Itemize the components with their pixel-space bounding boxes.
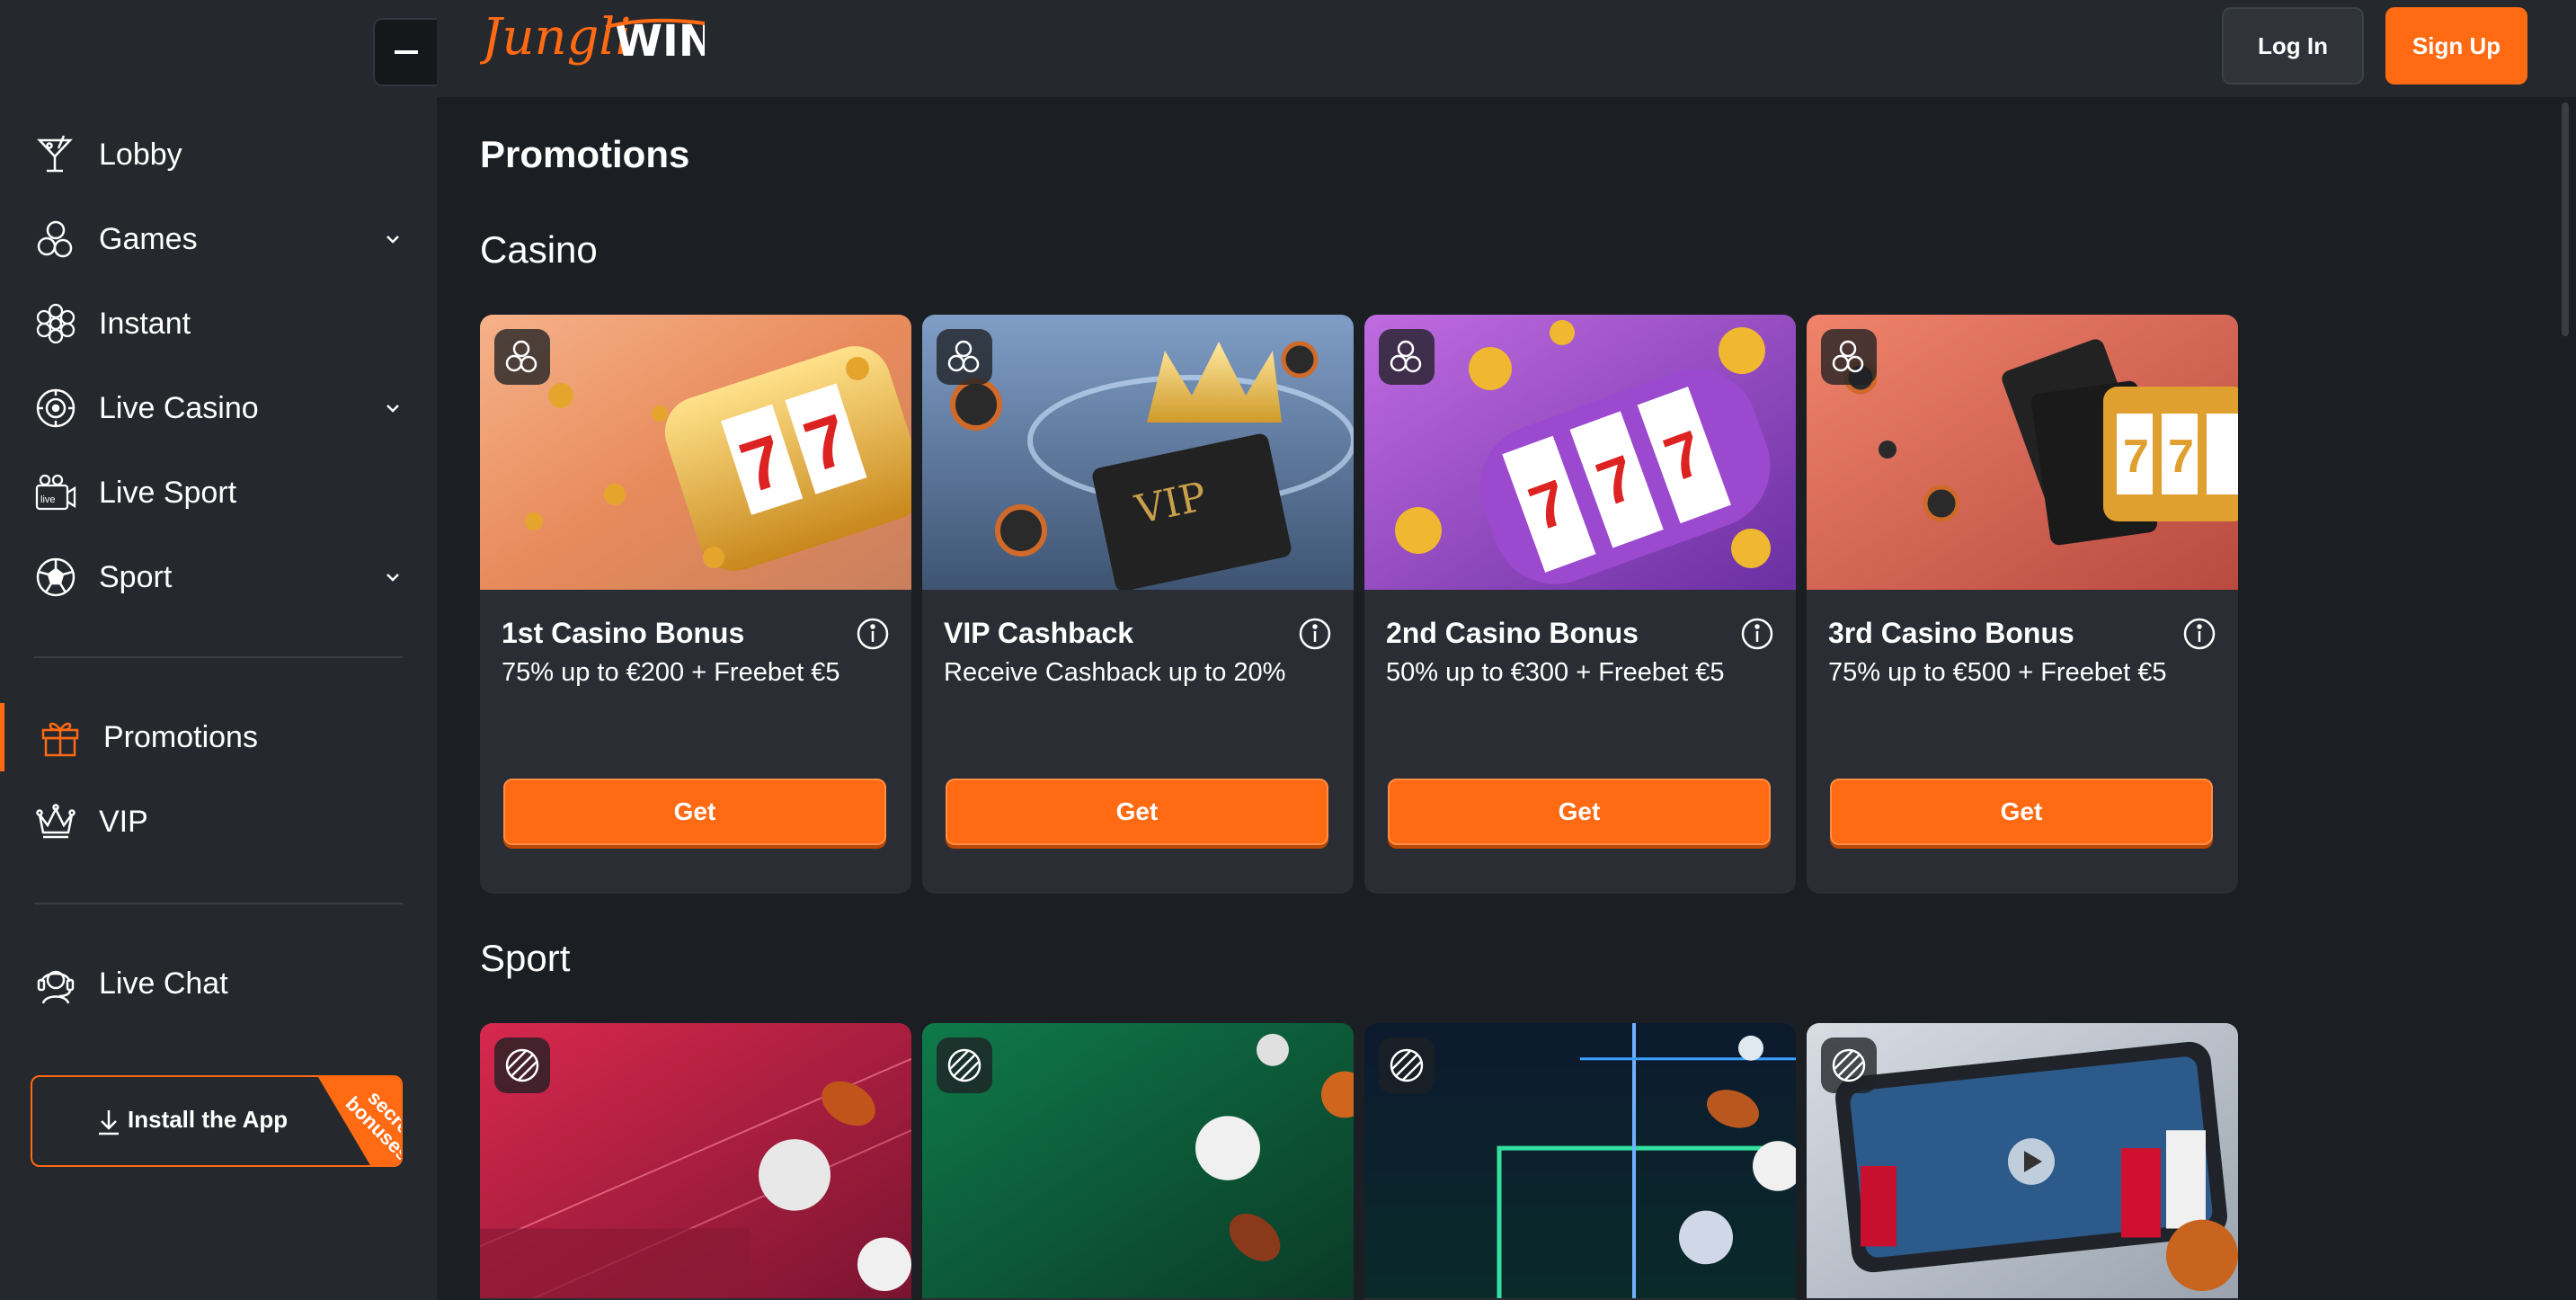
sport-badge [937, 1037, 992, 1093]
sidebar-item-live-casino[interactable]: Live Casino [0, 374, 437, 442]
crown-icon [36, 804, 76, 839]
info-icon[interactable] [856, 617, 890, 651]
minus-icon [395, 50, 418, 54]
sidebar-item-label: Sport [99, 559, 173, 594]
sidebar-item-label: Live Chat [99, 966, 228, 1001]
svg-text:Jungli: Jungli [480, 8, 631, 67]
promo-title: 3rd Casino Bonus [1828, 617, 2074, 649]
get-button[interactable]: Get [1830, 779, 2213, 845]
sidebar-item-vip[interactable]: VIP [0, 788, 437, 856]
headset-icon [37, 970, 75, 1004]
flower-icon [36, 303, 76, 344]
get-button[interactable]: Get [946, 779, 1328, 845]
sidebar-divider [34, 903, 403, 904]
sidebar-item-live-sport[interactable]: live Live Sport [0, 459, 437, 527]
casino-badge [937, 329, 992, 385]
get-button[interactable]: Get [1388, 779, 1771, 845]
install-app-label: Install the App [128, 1106, 289, 1133]
cherries-icon [1390, 340, 1422, 373]
chip-icon [36, 388, 76, 428]
sidebar-item-label: Live Sport [99, 475, 237, 510]
sidebar-item-label: Lobby [99, 137, 182, 172]
page-title: Promotions [480, 133, 690, 175]
promo-card: 7 7 7 2nd Casino Bonus 50% up to €300 + … [1364, 315, 1796, 894]
sport-badge [1379, 1037, 1435, 1093]
sidebar-item-label: Games [99, 221, 198, 256]
cherries-icon [947, 340, 980, 373]
signup-button[interactable]: Sign Up [2385, 7, 2527, 85]
promo-description: Receive Cashback up to 20% [944, 658, 1286, 687]
sport-ball-icon [1832, 1048, 1866, 1082]
sport-section-title: Sport [480, 937, 571, 979]
sport-promo-card[interactable] [922, 1023, 1354, 1300]
sidebar-item-sport[interactable]: Sport [0, 543, 437, 611]
promo-title: 2nd Casino Bonus [1386, 617, 1639, 649]
sport-badge [1821, 1037, 1877, 1093]
sidebar-divider [34, 656, 403, 658]
install-app-button[interactable]: Install the App secret bonuses [31, 1075, 403, 1167]
sidebar-item-label: VIP [99, 804, 148, 839]
cherries-icon [505, 340, 537, 373]
promo-title: VIP Cashback [944, 617, 1134, 649]
casino-badge [494, 329, 550, 385]
top-header: Jungli WIN Log In Sign Up [437, 0, 2576, 97]
casino-badge [1821, 329, 1877, 385]
download-icon [99, 1110, 119, 1135]
sport-ball-icon [947, 1048, 982, 1082]
promo-title: 1st Casino Bonus [502, 617, 745, 649]
jungliwin-logo[interactable]: Jungli WIN [480, 2, 705, 85]
chevron-down-icon [386, 236, 399, 244]
chevron-down-icon [386, 405, 399, 413]
svg-text:7: 7 [2123, 431, 2149, 483]
svg-text:7: 7 [2168, 431, 2194, 483]
promo-description: 50% up to €300 + Freebet €5 [1386, 658, 1725, 687]
info-icon[interactable] [2182, 617, 2216, 651]
promo-card: VIP VIP Cashback Receive Cashback up to … [922, 315, 1354, 894]
sport-promo-card[interactable] [1807, 1023, 2238, 1300]
sport-promo-card[interactable] [480, 1023, 911, 1300]
sidebar-item-label: Instant [99, 306, 191, 341]
login-button[interactable]: Log In [2222, 7, 2364, 85]
sidebar-item-label: Promotions [103, 719, 258, 754]
sport-badge [494, 1037, 550, 1093]
cherries-icon [1832, 340, 1864, 373]
scrollbar-thumb[interactable] [2562, 102, 2569, 336]
sport-ball-icon [505, 1048, 539, 1082]
cocktail-icon [37, 135, 73, 173]
promo-card: 7 7 3rd Casino Bonus 75% up to €500 + Fr… [1807, 315, 2238, 894]
chevron-down-icon [386, 574, 399, 582]
gift-icon [41, 722, 79, 757]
info-icon[interactable] [1740, 617, 1774, 651]
sport-promo-card[interactable] [1364, 1023, 1796, 1300]
get-button[interactable]: Get [503, 779, 886, 845]
sidebar-item-instant[interactable]: Instant [0, 289, 437, 358]
casino-section-title: Casino [480, 228, 598, 271]
info-icon[interactable] [1298, 617, 1332, 651]
live-camera-icon: live [35, 474, 76, 511]
sidebar-item-live-chat[interactable]: Live Chat [0, 949, 437, 1018]
promo-card: 7 7 1st Casino Bonus 75% up to €200 + Fr… [480, 315, 911, 894]
sidebar-item-games[interactable]: Games [0, 205, 437, 273]
collapse-sidebar-button[interactable] [373, 18, 438, 86]
soccer-ball-icon [36, 557, 76, 597]
promo-description: 75% up to €200 + Freebet €5 [502, 658, 840, 687]
svg-text:live: live [40, 494, 56, 505]
sidebar: Lobby Games Instant Live Casino live Liv… [0, 0, 438, 1300]
sidebar-item-label: Live Casino [99, 390, 259, 425]
sidebar-item-promotions[interactable]: Promotions [0, 703, 437, 771]
sport-ball-icon [1390, 1048, 1424, 1082]
cherries-icon [37, 220, 73, 258]
sidebar-item-lobby[interactable]: Lobby [0, 120, 437, 189]
promo-description: 75% up to €500 + Freebet €5 [1828, 658, 2167, 687]
casino-badge [1379, 329, 1435, 385]
